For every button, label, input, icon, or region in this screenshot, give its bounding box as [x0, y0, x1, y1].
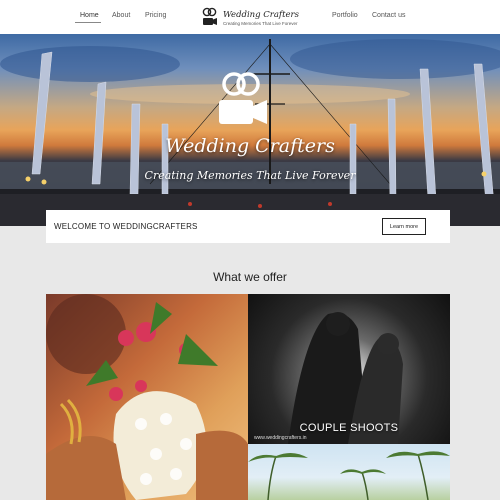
logo-title: Wedding Crafters [223, 10, 299, 20]
nav-home-link[interactable]: Home [80, 12, 99, 19]
couple-watermark: www.weddingcrafters.in [254, 435, 307, 441]
welcome-bar: WELCOME TO WEDDINGCRAFTERS Learn more [46, 210, 450, 243]
active-nav-underline [75, 22, 101, 23]
nav-pricing-link[interactable]: Pricing [145, 12, 166, 19]
couple-shoots-tile[interactable]: COUPLE SHOOTS www.weddingcrafters.in [248, 294, 450, 444]
hero-rings-camera-icon [219, 72, 267, 124]
offer-heading: What we offer [213, 270, 287, 284]
rings-camera-logo-icon [202, 7, 217, 25]
beach-service-tile[interactable] [248, 444, 450, 500]
hero-ship-scene [0, 39, 500, 226]
hero-tagline: Creating Memories That Live Forever [144, 169, 356, 182]
logo-tagline: Creating Memories That Live Forever [223, 21, 298, 26]
wedding-ritual-image [46, 294, 248, 500]
welcome-text: WELCOME TO WEDDINGCRAFTERS [54, 222, 198, 231]
hero-banner: Wedding Crafters Creating Memories That … [0, 34, 500, 226]
nav-portfolio-link[interactable]: Portfolio [332, 12, 358, 19]
wedding-service-tile[interactable] [46, 294, 248, 500]
nav-about-link[interactable]: About [112, 12, 130, 19]
couple-shoots-label: COUPLE SHOOTS [299, 422, 399, 434]
learn-more-button[interactable]: Learn more [382, 218, 426, 235]
hero-title: Wedding Crafters [165, 135, 335, 157]
nav-contact-link[interactable]: Contact us [372, 12, 405, 19]
top-navigation: Home About Pricing Wedding Crafters Crea… [0, 0, 500, 34]
site-logo[interactable]: Wedding Crafters Creating Memories That … [200, 7, 300, 29]
palm-beach-image [248, 451, 450, 500]
